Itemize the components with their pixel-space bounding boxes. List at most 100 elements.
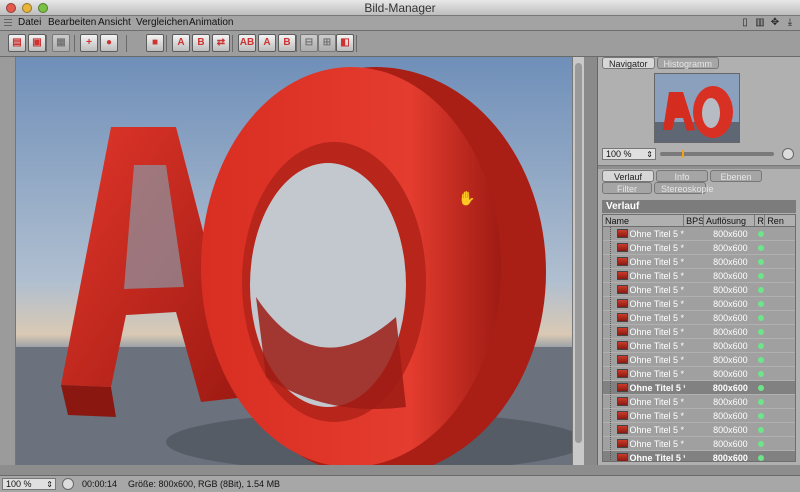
hand-cursor-icon: ✋ [458,190,476,206]
history-row-bps [685,227,705,240]
history-row-render [766,297,795,310]
history-row[interactable]: Ohne Titel 5 * 800x600 [603,395,795,409]
render-person-icon[interactable]: ● [100,34,118,52]
split-layout-icon[interactable]: ▥ [754,17,766,29]
status-dot-icon [757,329,764,335]
navigator-zoom-select[interactable]: 100 % ⇕ [602,148,656,160]
tree-line [603,311,617,324]
history-row[interactable]: Ohne Titel 5 * 800x600 [603,339,795,353]
status-dot-icon [757,455,764,461]
tab-verlauf[interactable]: Verlauf [602,170,654,182]
history-row[interactable]: Ohne Titel 5 * 800x600 [603,325,795,339]
status-zoom-select[interactable]: 100 % ⇕ [2,478,56,490]
history-row[interactable]: Ohne Titel 5 * 800x600 [603,241,795,255]
tree-line [603,395,617,408]
history-row-resolution: 800x600 [713,271,748,281]
tab-info[interactable]: Info [656,170,708,182]
tab-filter[interactable]: Filter [602,182,652,194]
column-name[interactable]: Name [603,215,685,226]
tab-navigator[interactable]: Navigator [602,57,655,69]
history-row-render [766,283,795,296]
split-horizontal-icon[interactable]: ⊟ [300,34,318,52]
history-row-render [766,241,795,254]
column-aufloesung[interactable]: Auflösung [704,215,756,226]
render-image [16,57,572,465]
history-row[interactable]: Ohne Titel 5 * 800x600 [603,297,795,311]
compare-a-icon[interactable]: A [172,34,190,52]
menu-datei[interactable]: Datei [18,17,41,28]
history-row-resolution: 800x600 [713,299,748,309]
history-row[interactable]: Ohne Titel 5 * 800x600 [603,367,795,381]
compare-swap-icon[interactable]: ⇄ [212,34,230,52]
render-image-icon [616,355,628,364]
history-row[interactable]: Ohne Titel 5 * 800x600 [603,283,795,297]
history-row-bps [685,381,705,394]
status-dot-icon [757,385,764,391]
navigator-zoom-slider[interactable] [660,150,774,158]
history-row[interactable]: Ohne Titel 5 * 800x600 [603,437,795,451]
history-row[interactable]: Ohne Titel 5 * 800x600 [603,451,795,461]
history-row-name: Ohne Titel 5 * [629,243,685,253]
menu-animation[interactable]: Animation [189,17,233,28]
history-rows: Ohne Titel 5 * 800x600 Ohne Titel 5 * 800x6… [603,227,795,461]
history-row[interactable]: Ohne Titel 5 * 800x600 [603,255,795,269]
column-r[interactable]: R [755,215,766,226]
toolbar-separator [166,35,167,52]
move-icon[interactable]: ✥ [769,17,781,29]
history-row-resolution: 800x600 [713,369,748,379]
grid-icon[interactable]: ▦ [52,34,70,52]
history-row-render [766,409,795,422]
split-vertical-icon[interactable]: ⊞ [318,34,336,52]
save-icon[interactable]: ▣ [28,34,46,52]
ab-split-icon[interactable]: AB [238,34,256,52]
history-row[interactable]: Ohne Titel 5 * 800x600 [603,409,795,423]
column-ren[interactable]: Ren [765,215,795,226]
history-row[interactable]: Ohne Titel 5 * 800x600 [603,269,795,283]
status-dot-icon [757,273,764,279]
render-image-icon [616,243,628,252]
panel-layout-icon[interactable]: ▯ [739,17,751,29]
menu-ansicht[interactable]: Ansicht [98,17,131,28]
scrollbar-thumb[interactable] [575,63,582,443]
history-row-name: Ohne Titel 5 * [629,299,685,309]
history-row[interactable]: Ohne Titel 5 * 800x600 [603,227,795,241]
menu-bearbeiten[interactable]: Bearbeiten [48,17,96,28]
status-dot-icon [757,315,764,321]
render-add-icon[interactable]: + [80,34,98,52]
compare-b-icon[interactable]: B [192,34,210,52]
tab-histogramm[interactable]: Histogramm [656,57,720,69]
render-stop-icon[interactable]: ■ [146,34,164,52]
section-tabs-row2: Filter Stereoskopie [602,182,714,194]
filter-icon[interactable]: ◧ [336,34,354,52]
tree-line [603,241,617,254]
history-row[interactable]: Ohne Titel 5 * 800x600 [603,381,795,395]
panel-splitter[interactable] [584,57,598,465]
set-a-icon[interactable]: A [258,34,276,52]
render-image-icon [616,327,628,336]
history-row-resolution: 800x600 [713,411,748,421]
navigator-thumbnail[interactable] [654,73,740,143]
tab-ebenen[interactable]: Ebenen [710,170,762,182]
history-row[interactable]: Ohne Titel 5 * 800x600 [603,353,795,367]
zoom-reset-button[interactable] [782,148,794,160]
image-viewport[interactable]: ✋ [16,57,572,465]
open-folder-icon[interactable]: ▤ [8,34,26,52]
status-zoom-reset-button[interactable] [62,478,74,490]
tab-stereoskopie[interactable]: Stereoskopie [654,182,714,194]
history-row-render [766,451,795,461]
history-row[interactable]: Ohne Titel 5 * 800x600 [603,311,795,325]
history-row-bps [685,297,705,310]
column-bps[interactable]: BPS [684,215,704,226]
pin-icon[interactable]: ⤓ [784,17,796,29]
menu-vergleichen[interactable]: Vergleichen [136,17,188,28]
render-image-icon [616,425,628,434]
side-panel: Navigator Histogramm 100 % ⇕ Verlauf Inf… [598,57,800,465]
status-bar: 100 % ⇕ 00:00:14 Größe: 800x600, RGB (8B… [0,475,800,492]
history-row-status [756,269,766,282]
history-row[interactable]: Ohne Titel 5 * 800x600 [603,423,795,437]
history-row-status [756,367,766,380]
zoom-slider-knob[interactable] [681,150,684,158]
history-row-bps [685,395,705,408]
set-b-icon[interactable]: B [278,34,296,52]
viewport-scrollbar[interactable] [572,57,584,465]
